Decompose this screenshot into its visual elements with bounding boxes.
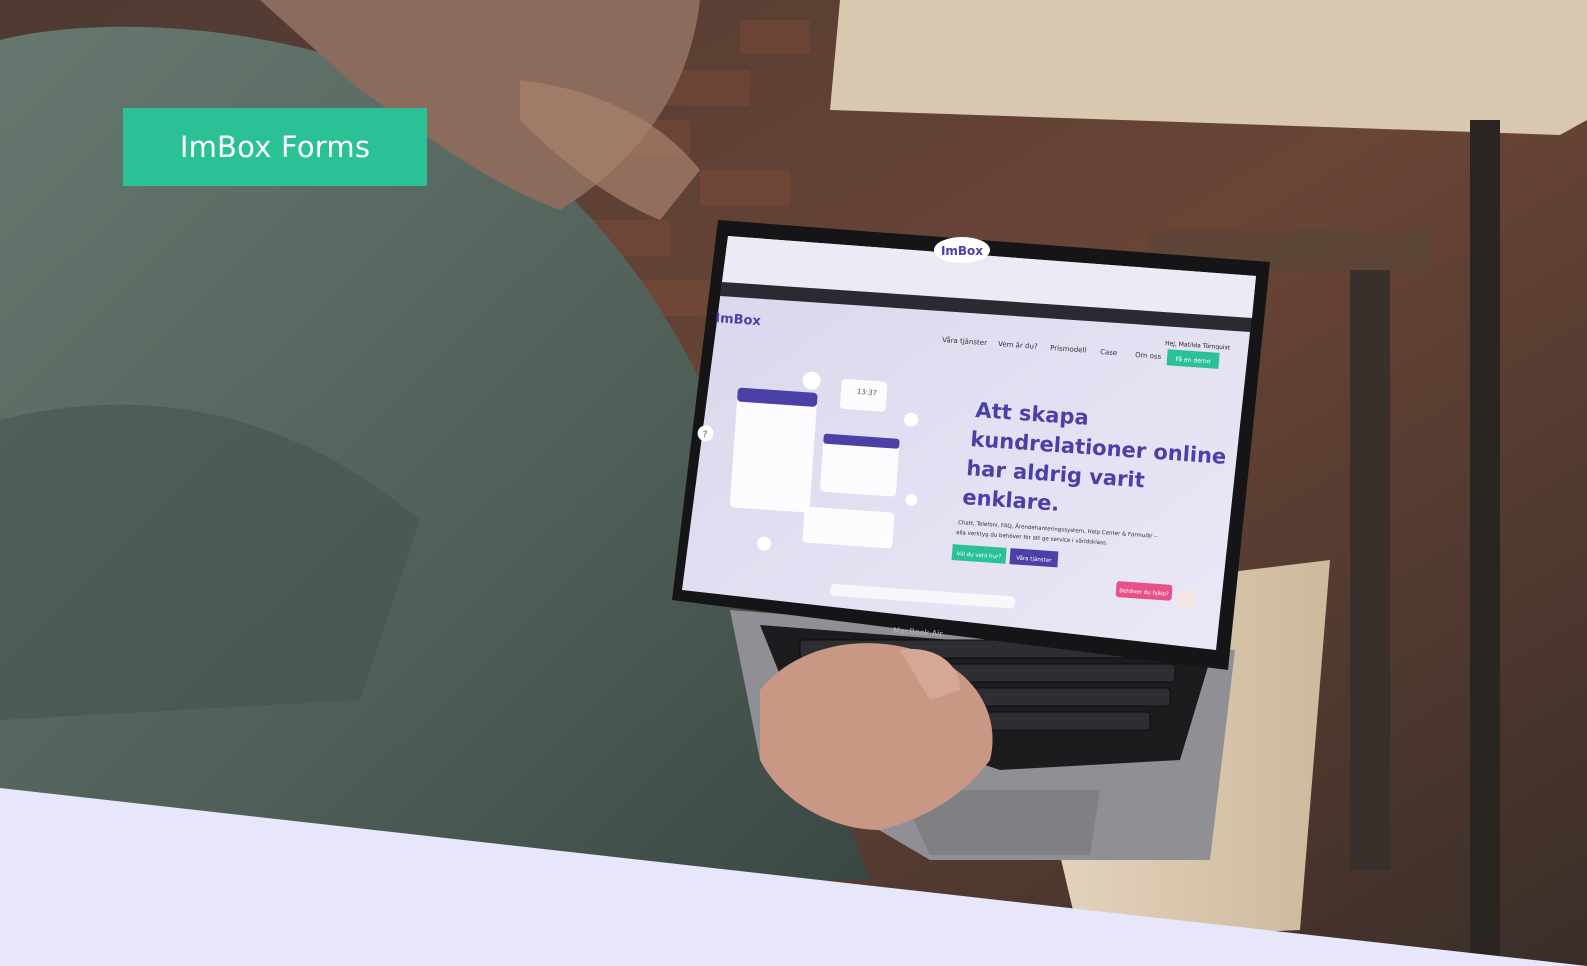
chat-widget <box>729 387 818 513</box>
notch-logo: ImBox <box>941 244 983 258</box>
list-widget <box>802 506 895 549</box>
time-widget-text: 13:37 <box>857 388 878 397</box>
badge-label: ImBox Forms <box>179 130 371 164</box>
imbox-forms-badge: ImBox Forms <box>123 108 427 186</box>
svg-text:?: ? <box>702 430 708 440</box>
hero-photo: ImBox ImBox Hej, Matilda Törnquist Våra … <box>0 0 1587 966</box>
nav-item-case[interactable]: Case <box>1100 348 1118 357</box>
